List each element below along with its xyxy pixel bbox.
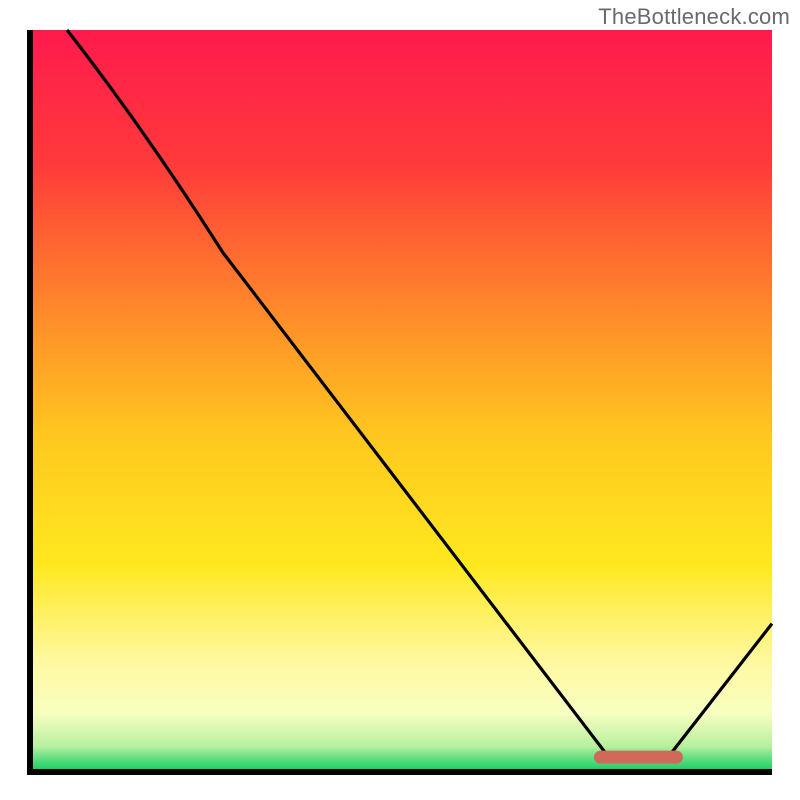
- target-range-bar: [594, 751, 683, 764]
- bottleneck-chart: [0, 0, 800, 800]
- gradient-background: [30, 30, 772, 772]
